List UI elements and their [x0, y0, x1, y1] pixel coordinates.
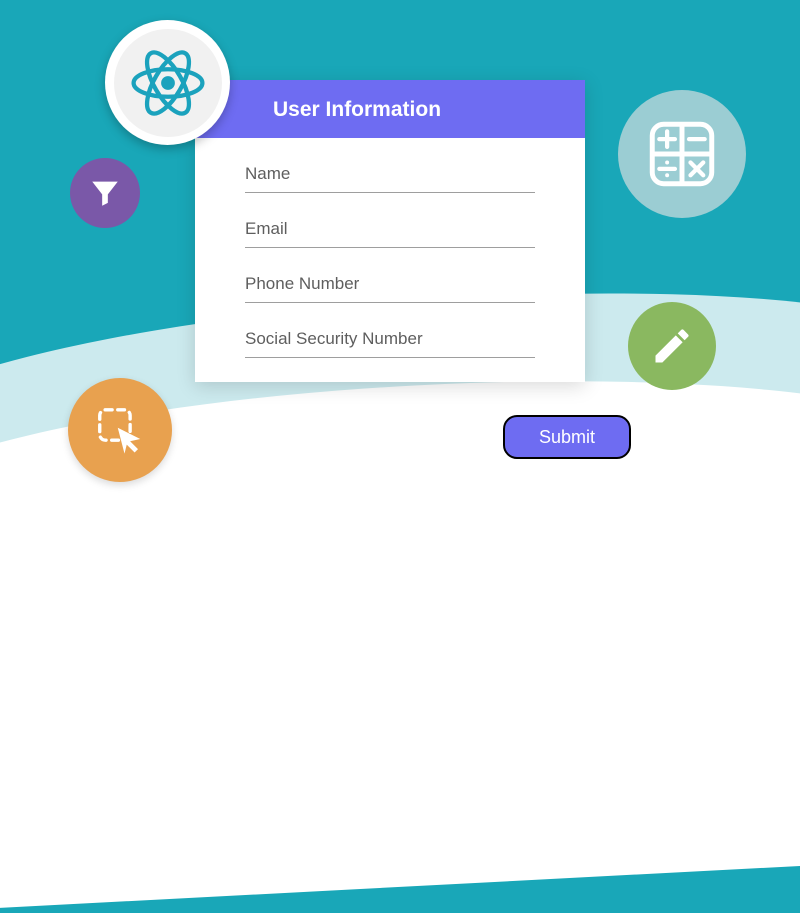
react-logo-badge [105, 20, 230, 145]
calculator-icon [648, 120, 716, 188]
user-info-card: User Information [195, 80, 585, 382]
card-title: User Information [195, 80, 585, 138]
submit-button[interactable]: Submit [503, 415, 631, 459]
email-input[interactable] [245, 207, 535, 248]
name-input[interactable] [245, 152, 535, 193]
phone-input[interactable] [245, 262, 535, 303]
ssn-input[interactable] [245, 317, 535, 358]
react-logo-inner [114, 29, 222, 137]
select-badge [68, 378, 172, 482]
pencil-icon [650, 324, 694, 368]
card-body [195, 138, 585, 382]
filter-badge [70, 158, 140, 228]
funnel-icon [88, 176, 122, 210]
edit-badge [628, 302, 716, 390]
react-icon [125, 40, 211, 126]
calculator-badge [618, 90, 746, 218]
selection-cursor-icon [93, 403, 147, 457]
